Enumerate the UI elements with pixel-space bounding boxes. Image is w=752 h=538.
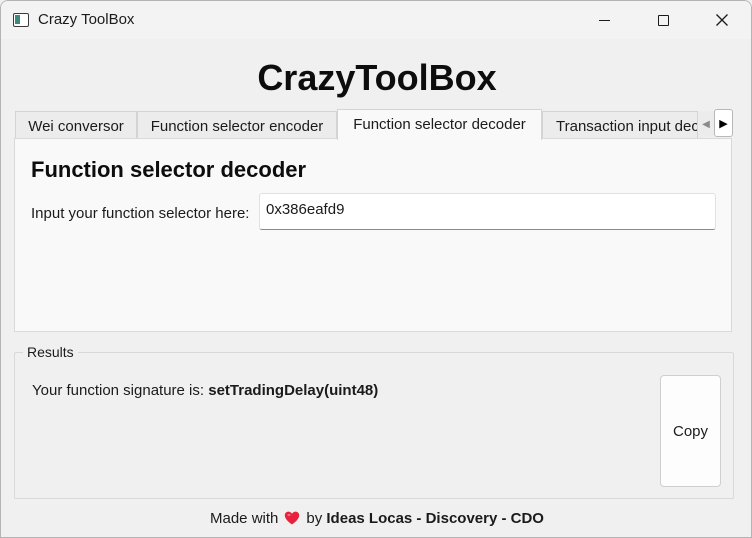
results-label: Results	[23, 344, 78, 360]
close-button[interactable]	[693, 1, 751, 39]
title-bar[interactable]: Crazy ToolBox	[1, 1, 751, 39]
tab-scroll-left-button[interactable]: ◀	[698, 111, 714, 137]
panel-heading: Function selector decoder	[31, 157, 307, 182]
results-group: Results Your function signature is: setT…	[14, 344, 734, 499]
tab-scroll-right-button[interactable]: ▶	[714, 109, 733, 137]
result-prefix: Your function signature is:	[32, 382, 209, 399]
footer-made-with: Made with	[210, 510, 279, 527]
maximize-button[interactable]	[634, 1, 692, 39]
decoder-panel: Function selector decoder Input your fun…	[14, 138, 732, 332]
footer-by: by	[306, 510, 323, 527]
selector-input-label: Input your function selector here:	[31, 205, 250, 222]
function-signature: setTradingDelay(uint48)	[208, 382, 379, 399]
app-window: Crazy ToolBox CrazyToolBox Wei conversor…	[0, 0, 752, 538]
footer: Made with by Ideas Locas - Discovery - CD…	[1, 510, 751, 529]
tab-transaction-input-decoder[interactable]: Transaction input decoder	[542, 111, 698, 139]
tab-function-selector-encoder[interactable]: Function selector encoder	[137, 111, 337, 139]
window-title: Crazy ToolBox	[38, 11, 135, 28]
minimize-icon	[598, 19, 610, 21]
tab-bar: Wei conversor Function selector encoder …	[15, 109, 733, 140]
tab-function-selector-decoder[interactable]: Function selector decoder	[337, 109, 542, 140]
result-text: Your function signature is: setTradingDe…	[32, 382, 378, 399]
footer-credit: Ideas Locas - Discovery - CDO	[326, 510, 544, 527]
app-title: CrazyToolBox	[257, 57, 497, 98]
copy-button[interactable]: Copy	[660, 375, 721, 487]
heart-icon	[284, 511, 300, 529]
chevron-right-icon: ▶	[719, 117, 728, 130]
tab-wei-conversor[interactable]: Wei conversor	[15, 111, 137, 139]
minimize-button[interactable]	[575, 1, 633, 39]
chevron-left-icon: ◀	[702, 118, 710, 130]
function-selector-input[interactable]	[259, 193, 716, 230]
maximize-icon	[657, 14, 669, 26]
close-icon	[716, 14, 728, 26]
app-window-icon	[13, 13, 29, 27]
